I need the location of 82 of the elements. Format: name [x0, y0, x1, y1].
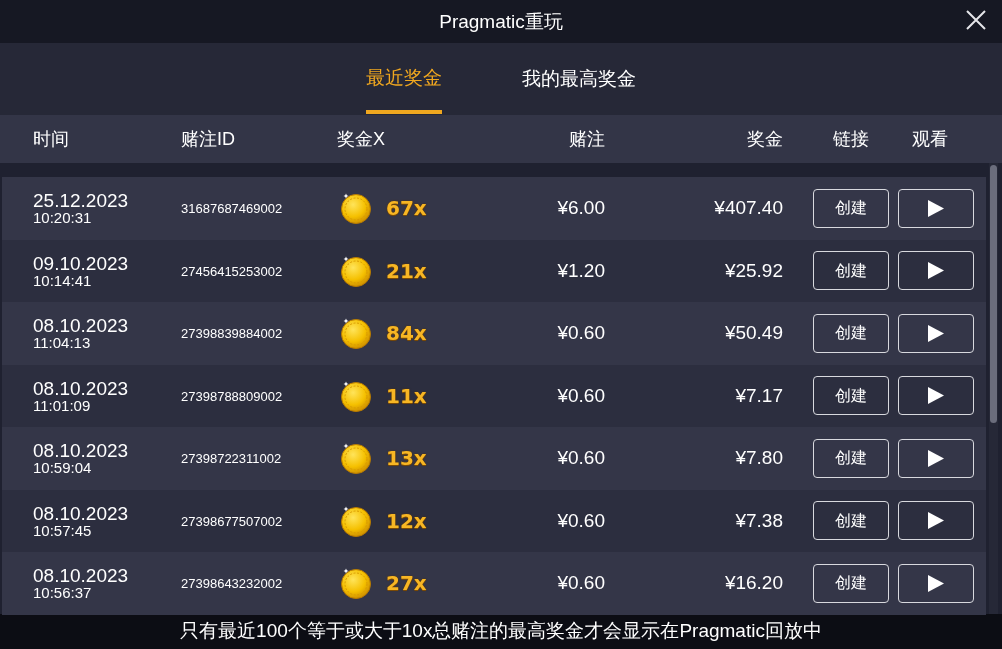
win-amount: ¥50.49 — [724, 322, 783, 343]
create-button[interactable]: 创建 — [813, 438, 889, 478]
coin-icon — [340, 192, 372, 225]
bet-id: 31687687469002 — [181, 201, 283, 217]
win-amount: ¥16.20 — [724, 572, 783, 593]
create-button[interactable]: 创建 — [813, 563, 889, 603]
win-amount: ¥25.92 — [724, 259, 783, 281]
play-button[interactable] — [898, 501, 974, 541]
play-button[interactable] — [898, 438, 974, 478]
bet-id: 27398643232002 — [181, 576, 283, 592]
date-text: 08.10.2023 — [33, 316, 130, 336]
window-title: Pragmatic重玩 — [439, 10, 563, 34]
bet-id: 27398677507002 — [181, 513, 283, 529]
coin-icon — [340, 567, 372, 600]
tab[interactable]: 我的最高奖金 — [522, 43, 636, 115]
win-amount: ¥7.17 — [735, 384, 783, 406]
time-text: 11:01:09 — [33, 397, 92, 413]
date-text: 08.10.2023 — [33, 378, 130, 398]
play-icon — [928, 449, 944, 467]
column-header: 奖金 — [747, 128, 783, 149]
bet-id: 27398788809002 — [181, 388, 283, 404]
bet-amount: ¥6.00 — [557, 197, 605, 218]
time-text: 10:56:37 — [33, 585, 93, 601]
win-amount: ¥7.38 — [735, 509, 783, 531]
win-amount: ¥7.80 — [735, 447, 783, 468]
play-icon — [928, 387, 944, 405]
play-icon — [928, 262, 944, 280]
create-button[interactable]: 创建 — [813, 188, 889, 228]
win-amount: ¥407.40 — [714, 197, 783, 218]
coin-icon — [340, 254, 372, 287]
column-header: 奖金X — [337, 128, 385, 149]
date-text: 08.10.2023 — [33, 566, 130, 586]
coin-icon — [340, 504, 372, 537]
date-text: 08.10.2023 — [33, 441, 130, 461]
date-text: 09.10.2023 — [33, 253, 130, 273]
column-header: 链接 — [833, 128, 869, 149]
play-button[interactable] — [898, 188, 974, 228]
create-button[interactable]: 创建 — [813, 313, 889, 353]
coin-icon — [340, 317, 372, 350]
multiplier-text: 67x — [386, 195, 427, 223]
bet-amount: ¥1.20 — [557, 259, 605, 281]
column-header: 赌注 — [569, 128, 605, 149]
play-icon — [928, 324, 944, 342]
play-button[interactable] — [898, 313, 974, 353]
create-button[interactable]: 创建 — [813, 501, 889, 541]
time-text: 10:20:31 — [33, 210, 93, 226]
footer-note: 只有最近100个等于或大于10x总赌注的最高奖金才会显示在Pragmatic回放中 — [180, 620, 822, 642]
time-text: 10:57:45 — [33, 522, 93, 538]
bet-id: 27398839884002 — [181, 326, 283, 342]
play-button[interactable] — [898, 251, 974, 291]
play-icon — [928, 574, 944, 592]
time-text: 11:04:13 — [33, 335, 92, 351]
time-text: 10:14:41 — [33, 272, 93, 288]
multiplier-text: 84x — [386, 320, 427, 348]
scrollbar[interactable] — [989, 163, 998, 614]
column-header: 观看 — [912, 128, 948, 149]
column-header: 时间 — [33, 128, 69, 149]
bet-amount: ¥0.60 — [557, 509, 605, 531]
bet-id: 27398722311002 — [181, 451, 282, 467]
bet-amount: ¥0.60 — [557, 384, 605, 406]
time-text: 10:59:04 — [33, 460, 93, 476]
coin-icon — [340, 379, 372, 412]
bet-amount: ¥0.60 — [557, 322, 605, 343]
play-button[interactable] — [898, 563, 974, 603]
play-icon — [928, 512, 944, 530]
multiplier-text: 11x — [386, 382, 427, 410]
multiplier-text: 27x — [386, 570, 427, 598]
date-text: 08.10.2023 — [33, 503, 130, 523]
bet-amount: ¥0.60 — [557, 572, 605, 593]
multiplier-text: 12x — [386, 507, 427, 535]
coin-icon — [340, 442, 372, 475]
close-icon[interactable] — [966, 10, 986, 30]
bet-amount: ¥0.60 — [557, 447, 605, 468]
date-text: 25.12.2023 — [33, 191, 130, 211]
bet-id: 27456415253002 — [181, 263, 283, 279]
multiplier-text: 13x — [386, 445, 427, 473]
multiplier-text: 21x — [386, 257, 427, 285]
create-button[interactable]: 创建 — [813, 251, 889, 291]
column-header: 赌注ID — [181, 128, 235, 149]
play-icon — [928, 199, 944, 217]
create-button[interactable]: 创建 — [813, 376, 889, 416]
play-button[interactable] — [898, 376, 974, 416]
